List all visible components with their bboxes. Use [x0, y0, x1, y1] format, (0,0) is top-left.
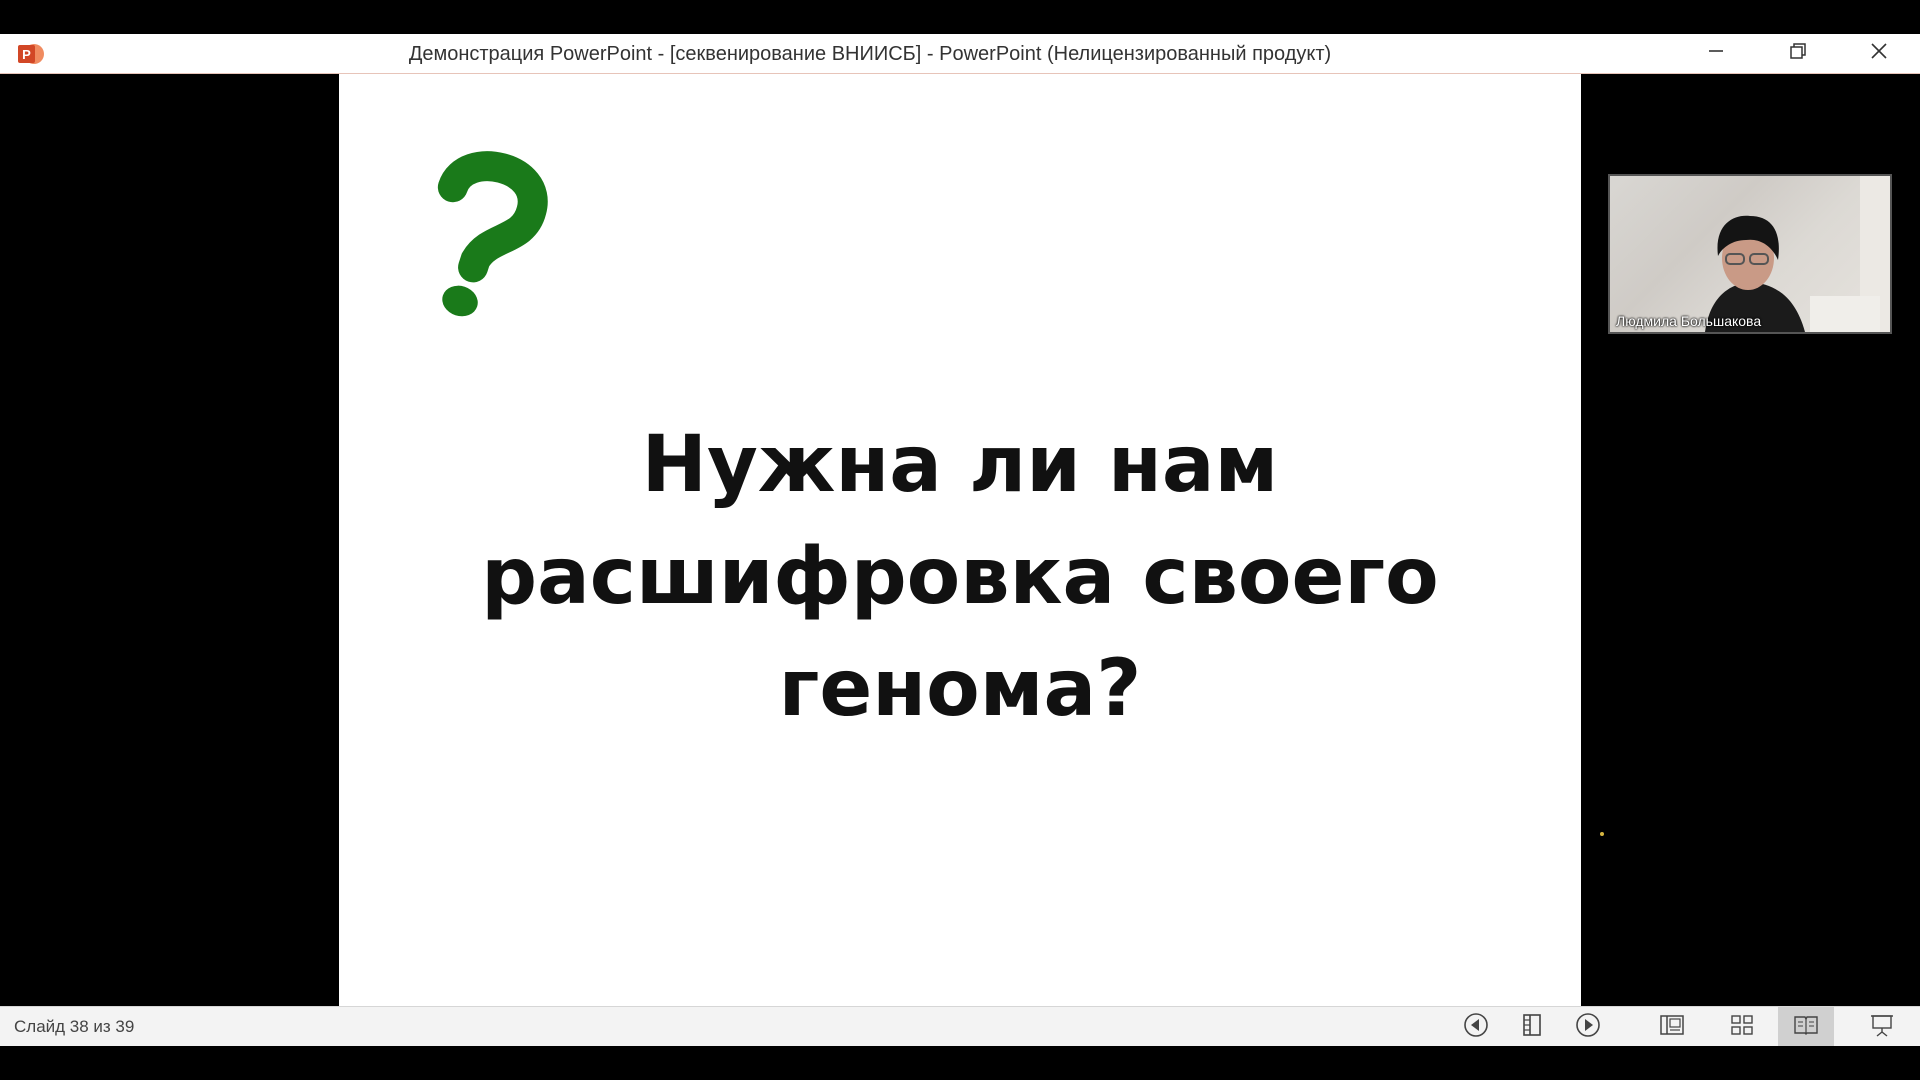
slide-sorter-icon [1730, 1014, 1754, 1041]
slide-menu-icon [1521, 1013, 1543, 1042]
slide-counter: Слайд 38 из 39 [14, 1017, 135, 1036]
minimize-icon [1707, 42, 1725, 65]
slide-sorter-button[interactable] [1714, 1007, 1770, 1047]
window-title: Демонстрация PowerPoint - [секвенировани… [408, 43, 1332, 65]
question-mark-icon [411, 140, 551, 320]
close-button[interactable] [1839, 34, 1919, 73]
laser-pointer-dot [1600, 832, 1604, 836]
slideshow-icon [1869, 1013, 1895, 1042]
reading-view-button[interactable] [1778, 1007, 1834, 1047]
participant-avatar [1705, 176, 1890, 332]
powerpoint-slideshow-window: P Демонстрация PowerPoint - [секвенирова… [0, 0, 1920, 1080]
top-letterbox [0, 0, 1920, 34]
next-slide-button[interactable] [1560, 1007, 1616, 1047]
bottom-letterbox [0, 1046, 1920, 1080]
slide-title-line: Нужна ли нам [641, 420, 1279, 510]
minimize-button[interactable] [1676, 34, 1756, 73]
restore-icon [1789, 42, 1807, 65]
slide-stage: Нужна ли нам расшифровка своего генома? … [0, 74, 1920, 1006]
participant-video[interactable]: Людмила Большакова [1608, 174, 1892, 334]
normal-view-button[interactable] [1644, 1007, 1700, 1047]
slide-title-line: генома? [778, 644, 1142, 734]
status-bar: Слайд 38 из 39 [0, 1006, 1920, 1047]
slide-title: Нужна ли нам расшифровка своего генома? [339, 409, 1581, 745]
slide[interactable]: Нужна ли нам расшифровка своего генома? [339, 74, 1581, 1006]
slideshow-button[interactable] [1854, 1007, 1910, 1047]
next-circle-icon [1575, 1012, 1601, 1043]
slide-title-line: расшифровка своего [481, 532, 1439, 622]
slide-menu-button[interactable] [1504, 1007, 1560, 1047]
participant-name: Людмила Большакова [1616, 313, 1762, 329]
prev-circle-icon [1463, 1012, 1489, 1043]
title-bar: P Демонстрация PowerPoint - [секвенирова… [0, 34, 1920, 74]
reading-view-icon [1793, 1014, 1819, 1041]
previous-slide-button[interactable] [1448, 1007, 1504, 1047]
restore-button[interactable] [1758, 34, 1838, 73]
close-icon [1870, 42, 1888, 65]
normal-view-icon [1659, 1014, 1685, 1041]
